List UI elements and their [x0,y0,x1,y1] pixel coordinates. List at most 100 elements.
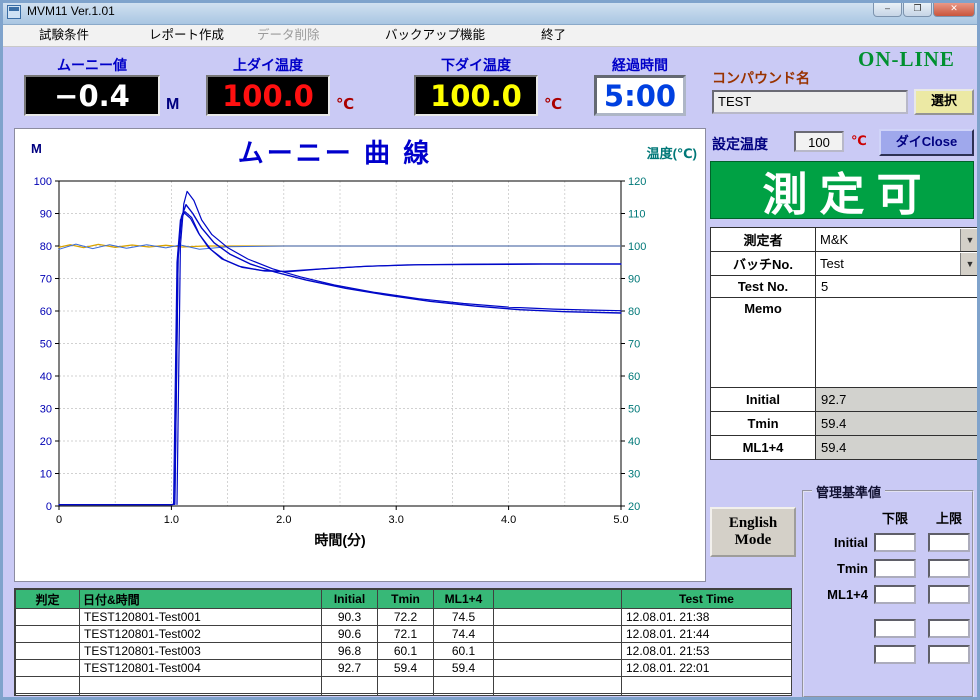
limit-row [804,645,972,664]
set-temp-input[interactable]: 100 [794,131,844,152]
results-cell: TEST120801-Test003 [80,643,322,660]
menu-item-5[interactable]: 終了 [535,24,572,46]
results-cell: 74.5 [434,609,494,626]
lower-die-temp-display: 100.0 [414,75,538,116]
svg-text:50: 50 [628,404,640,416]
svg-text:50: 50 [40,339,52,351]
results-header-1: 判定 [16,590,80,609]
lower-die-temp-unit: ℃ [544,95,562,113]
test-no-row: Test No. 5 [711,276,980,298]
memo-label: Memo [711,298,816,388]
results-cell [494,626,622,643]
results-cell: 59.4 [434,660,494,677]
lower-die-temp-label: 下ダイ温度 [414,55,538,75]
results-cell [16,609,80,626]
results-cell [494,643,622,660]
memo-value[interactable] [816,298,980,388]
results-row-4[interactable]: TEST120801-Test00492.759.459.412.08.01. … [16,660,792,677]
results-header-2: 日付&時間 [80,590,322,609]
limit-upper-input[interactable] [928,559,970,578]
ml14-row: ML1+4 59.4 [711,436,980,460]
operator-row: 測定者 M&K ▼ [711,228,980,252]
svg-text:3.0: 3.0 [389,514,404,526]
limit-upper-input[interactable] [928,585,970,604]
results-row-empty [16,694,792,697]
results-cell: TEST120801-Test001 [80,609,322,626]
chart-panel: ムーニー 曲 線 M 温度(℃) 01020304050607080901002… [14,128,706,582]
svg-text:1.0: 1.0 [164,514,179,526]
english-mode-button[interactable]: English Mode [710,507,796,557]
batch-dropdown[interactable]: Test ▼ [816,252,980,276]
operator-dropdown[interactable]: M&K ▼ [816,228,980,252]
svg-text:90: 90 [628,274,640,286]
operator-label: 測定者 [711,228,816,252]
set-temp-unit: ℃ [851,133,867,149]
svg-text:2.0: 2.0 [276,514,291,526]
tmin-label: Tmin [711,412,816,436]
results-cell: 12.08.01. 22:01 [622,660,792,677]
svg-text:70: 70 [40,274,52,286]
results-header-5: ML1+4 [434,590,494,609]
control-limits-title: 管理基準値 [812,482,885,501]
limit-lower-input[interactable] [874,533,916,552]
mooney-unit: M [166,96,179,114]
elapsed-time-display: 5:00 [594,75,686,116]
close-button[interactable]: ✕ [933,0,975,17]
batch-value: Test [816,253,960,275]
results-cell [16,626,80,643]
svg-text:70: 70 [628,339,640,351]
limit-upper-input[interactable] [928,619,970,638]
set-temp-label: 設定温度 [712,134,784,154]
limit-lower-input[interactable] [874,585,916,604]
batch-row: バッチNo. Test ▼ [711,252,980,276]
elapsed-time-label: 経過時間 [595,55,685,75]
limit-lower-input[interactable] [874,559,916,578]
svg-text:5.0: 5.0 [613,514,628,526]
minimize-button[interactable]: – [873,0,902,17]
svg-text:20: 20 [628,501,640,513]
die-close-button[interactable]: ダイClose [879,129,974,156]
limit-lower-input[interactable] [874,619,916,638]
menu-item-1[interactable]: 試験条件 [33,24,95,46]
results-cell: 90.6 [322,626,378,643]
results-header-4: Tmin [378,590,434,609]
results-cell [16,660,80,677]
tmin-value: 59.4 [816,412,980,436]
results-header-6 [494,590,622,609]
menu-item-2[interactable]: レポート作成 [143,24,230,46]
compound-select-button[interactable]: 選択 [914,89,974,115]
menu-item-4[interactable]: バックアップ機能 [379,24,491,46]
limit-row-label: ML1+4 [804,587,872,602]
limit-upper-input[interactable] [928,533,970,552]
test-results-table-container[interactable]: 判定日付&時間InitialTminML1+4Test TimeTEST1208… [14,588,792,696]
menu-bar: 試験条件 レポート作成データ削除 バックアップ機能 終了 [3,24,977,47]
ml14-value: 59.4 [816,436,980,460]
limit-upper-input[interactable] [928,645,970,664]
menu-item-3: データ削除 [251,24,326,46]
results-row-1[interactable]: TEST120801-Test00190.372.274.512.08.01. … [16,609,792,626]
limit-row-label: Tmin [804,561,872,576]
initial-label: Initial [711,388,816,412]
initial-value: 92.7 [816,388,980,412]
measure-ready-status: 測定可 [710,161,974,219]
svg-text:110: 110 [628,209,646,221]
svg-text:100: 100 [34,176,52,188]
results-cell: 90.3 [322,609,378,626]
limit-lower-input[interactable] [874,645,916,664]
results-header-7: Test Time [622,590,792,609]
maximize-button[interactable]: ❐ [903,0,932,17]
results-row-3[interactable]: TEST120801-Test00396.860.160.112.08.01. … [16,643,792,660]
chevron-down-icon[interactable]: ▼ [960,253,979,275]
svg-text:4.0: 4.0 [501,514,516,526]
test-no-label: Test No. [711,276,816,298]
batch-label: バッチNo. [711,252,816,276]
results-row-2[interactable]: TEST120801-Test00290.672.174.412.08.01. … [16,626,792,643]
results-cell: 92.7 [322,660,378,677]
svg-text:90: 90 [40,209,52,221]
chevron-down-icon[interactable]: ▼ [960,229,979,251]
test-results-table: 判定日付&時間InitialTminML1+4Test TimeTEST1208… [15,589,792,696]
mooney-value-label: ムーニー値 [26,55,158,75]
app-icon [7,5,21,19]
compound-name-input[interactable]: TEST [712,90,908,114]
svg-text:60: 60 [40,306,52,318]
